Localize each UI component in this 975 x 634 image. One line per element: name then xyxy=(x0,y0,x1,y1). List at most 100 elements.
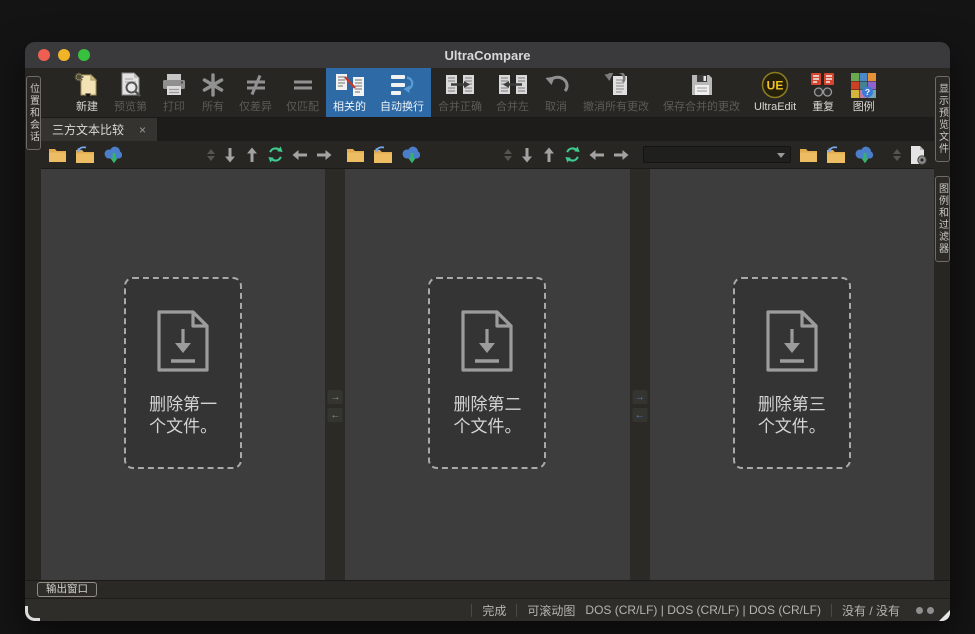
related-docs-icon xyxy=(335,71,365,99)
cloud-download-icon[interactable] xyxy=(854,145,876,164)
arrow-left-icon[interactable] xyxy=(589,148,605,162)
drop-zone-text: 删除第一 个文件。 xyxy=(149,394,217,438)
legend-grid-icon: ? xyxy=(850,71,877,99)
printer-icon xyxy=(161,71,187,99)
cloud-download-icon[interactable] xyxy=(103,145,125,164)
toolbar-label: 预览第 xyxy=(114,101,147,113)
statusbar: 完成 可滚动图 DOS (CR/LF) | DOS (CR/LF) | DOS … xyxy=(25,598,950,621)
output-window-tab[interactable]: 输出窗口 xyxy=(37,582,97,597)
duplicates-button[interactable]: 重复 xyxy=(803,68,843,117)
arrow-up-icon[interactable] xyxy=(542,147,556,163)
file-download-icon xyxy=(154,308,212,379)
compare-pane-1[interactable]: 删除第一 个文件。 xyxy=(41,169,325,580)
statusbar-separator xyxy=(831,604,832,617)
line-endings-label: DOS (CR/LF) | DOS (CR/LF) | DOS (CR/LF) xyxy=(585,603,821,617)
undo-button[interactable]: 取消 xyxy=(536,68,576,117)
file-drop-zone-2[interactable]: 删除第二 个文件。 xyxy=(428,277,546,469)
file-drop-zone-1[interactable]: 删除第一 个文件。 xyxy=(124,277,242,469)
undo-all-changes-button[interactable]: 撤消所有更改 xyxy=(576,68,656,117)
preview-button[interactable]: 预览第 xyxy=(107,68,154,117)
compare-pane-2[interactable]: 删除第二 个文件。 xyxy=(345,169,629,580)
cloud-download-icon[interactable] xyxy=(401,145,423,164)
file-download-icon xyxy=(458,308,516,379)
undo-arrow-icon xyxy=(543,71,569,99)
arrow-left-icon[interactable] xyxy=(292,148,308,162)
undo-all-icon xyxy=(602,71,630,99)
merge-right-button[interactable]: 合并正确 xyxy=(431,68,489,117)
not-equal-icon xyxy=(243,71,269,99)
toolbar-label: 图例 xyxy=(853,101,875,113)
updown-spinner[interactable] xyxy=(207,149,215,161)
merge-left-button[interactable]: 合并左 xyxy=(489,68,536,117)
compare-area: 删除第一 个文件。 → ← xyxy=(41,169,934,580)
new-session-button[interactable]: 新建 xyxy=(67,68,107,117)
pane-splitter-1[interactable]: → ← xyxy=(325,169,345,580)
recent-folder-icon[interactable] xyxy=(75,146,95,163)
statusbar-separator xyxy=(471,604,472,617)
open-folder-icon[interactable] xyxy=(799,147,818,162)
drop-zone-text: 删除第二 个文件。 xyxy=(453,394,521,438)
sidebar-tab-preview-file[interactable]: 显示预览文件 xyxy=(935,76,950,162)
resize-grip[interactable] xyxy=(939,610,950,621)
equal-icon xyxy=(290,71,316,99)
pane-splitter-2[interactable]: → ← xyxy=(630,169,650,580)
print-button[interactable]: 打印 xyxy=(154,68,194,117)
ultraedit-button[interactable]: UE UltraEdit xyxy=(747,68,803,117)
compare-pane-3[interactable]: 删除第三 个文件。 xyxy=(650,169,934,580)
window-title: UltraCompare xyxy=(25,42,950,68)
open-folder-icon[interactable] xyxy=(346,147,365,162)
updown-spinner[interactable] xyxy=(504,149,512,161)
word-wrap-icon xyxy=(389,71,415,99)
sidebar-tab-sessions[interactable]: 位置和会话 xyxy=(26,76,41,150)
word-wrap-button[interactable]: 自动换行 xyxy=(373,68,431,117)
new-file-icon xyxy=(74,71,100,99)
related-lines-button[interactable]: 相关的 xyxy=(326,68,373,117)
show-all-button[interactable]: 所有 xyxy=(194,68,232,117)
refresh-icon[interactable] xyxy=(267,146,284,163)
merge-left-icon xyxy=(498,71,528,99)
file-drop-zone-3[interactable]: 删除第三 个文件。 xyxy=(733,277,851,469)
arrow-down-icon[interactable] xyxy=(223,147,237,163)
left-sidebar-strip: 位置和会话 xyxy=(25,68,41,580)
diff-only-button[interactable]: 仅差异 xyxy=(232,68,279,117)
arrow-down-icon[interactable] xyxy=(520,147,534,163)
toolbar-label: 合并左 xyxy=(496,101,529,113)
pane3-path-section xyxy=(636,141,934,168)
drop-zone-text: 删除第三 个文件。 xyxy=(758,394,826,438)
status-done-label: 完成 xyxy=(482,602,506,619)
pane1-path-section xyxy=(41,141,339,168)
pane2-path-section xyxy=(339,141,637,168)
close-tab-icon[interactable]: × xyxy=(139,123,146,137)
legend-button[interactable]: ? 图例 xyxy=(843,68,884,117)
file-download-icon xyxy=(763,308,821,379)
session-tab-three-way-compare[interactable]: 三方文本比较 × xyxy=(41,118,157,141)
match-only-button[interactable]: 仅匹配 xyxy=(279,68,326,117)
merge-right-jump-button[interactable]: → xyxy=(328,390,343,404)
ultracompare-window: UltraCompare 位置和会话 xyxy=(25,42,950,621)
print-preview-icon xyxy=(119,71,143,99)
arrow-up-icon[interactable] xyxy=(245,147,259,163)
save-merged-changes-button[interactable]: 保存合并的更改 xyxy=(656,68,747,117)
sidebar-tab-legend-filters[interactable]: 图例和过滤器 xyxy=(935,176,950,262)
merge-left-jump-button[interactable]: ← xyxy=(328,408,343,422)
refresh-icon[interactable] xyxy=(564,146,581,163)
open-folder-icon[interactable] xyxy=(48,147,67,162)
session-tabbar: 三方文本比较 × xyxy=(41,118,934,141)
file-path-combobox[interactable] xyxy=(643,146,791,163)
recent-folder-icon[interactable] xyxy=(826,146,846,163)
arrow-right-icon[interactable] xyxy=(316,148,332,162)
toolbar-label: 所有 xyxy=(202,101,224,113)
toolbar-label: 新建 xyxy=(76,101,98,113)
toolbar-label: 仅差异 xyxy=(239,101,272,113)
output-panel-bar: 输出窗口 xyxy=(25,580,950,598)
save-floppy-icon xyxy=(690,71,714,99)
toolbar-label: 仅匹配 xyxy=(286,101,319,113)
updown-spinner[interactable] xyxy=(893,149,901,161)
titlebar[interactable]: UltraCompare xyxy=(25,42,950,68)
recent-folder-icon[interactable] xyxy=(373,146,393,163)
ultraedit-logo-icon: UE xyxy=(761,71,789,99)
merge-right-jump-button[interactable]: → xyxy=(632,390,647,404)
document-settings-icon[interactable] xyxy=(909,145,927,165)
arrow-right-icon[interactable] xyxy=(613,148,629,162)
merge-left-jump-button[interactable]: ← xyxy=(632,408,647,422)
